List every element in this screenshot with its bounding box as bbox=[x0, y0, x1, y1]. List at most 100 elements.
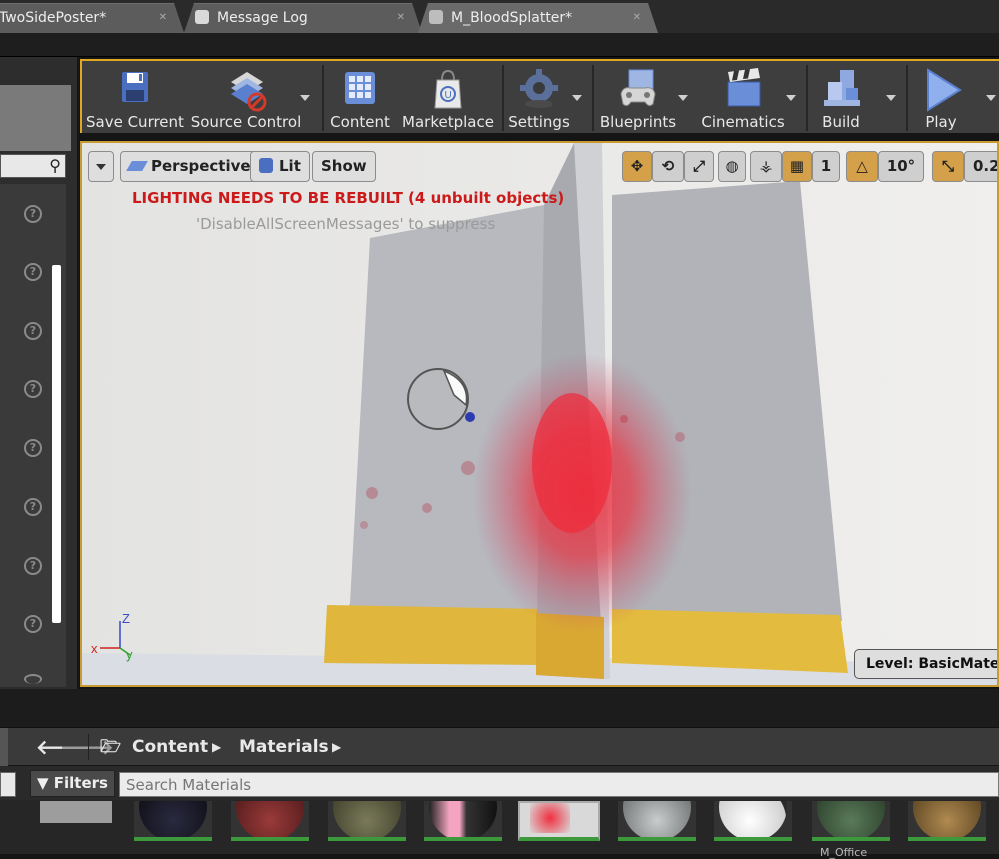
grid-size-value: 1 bbox=[820, 157, 832, 175]
rotation-snap-dropdown[interactable]: 10° bbox=[878, 151, 924, 182]
search-materials-input[interactable] bbox=[119, 772, 999, 797]
rotate-tool-button[interactable]: ⟲ bbox=[652, 151, 684, 182]
asset-tile-blood-splatter[interactable] bbox=[518, 801, 600, 841]
asset-tile[interactable] bbox=[134, 801, 212, 841]
chevron-down-icon[interactable] bbox=[986, 95, 996, 101]
collapse-sources-button[interactable] bbox=[0, 728, 8, 766]
asset-tile[interactable] bbox=[424, 801, 502, 841]
scale-snap-dropdown[interactable]: 0.25 bbox=[964, 151, 997, 182]
chevron-down-icon[interactable] bbox=[786, 95, 796, 101]
chevron-down-icon[interactable] bbox=[678, 95, 688, 101]
marketplace-bag-icon: U bbox=[434, 69, 462, 109]
marketplace-button[interactable]: U Marketplace bbox=[400, 61, 496, 133]
build-button[interactable]: Build bbox=[808, 61, 874, 133]
chevron-right-icon[interactable]: ▶ bbox=[212, 728, 221, 766]
tab-message-log[interactable]: Message Log ✕ bbox=[184, 3, 422, 33]
chevron-down-icon bbox=[96, 164, 106, 170]
level-viewport[interactable]: Z x y Perspective Lit Show ✥ ⟲ ⤢ ◍ ⚶ ▦ 1… bbox=[80, 141, 999, 687]
help-icon[interactable]: ? bbox=[24, 439, 42, 457]
tab-label: M_BloodSplatter* bbox=[451, 10, 573, 26]
asset-tile[interactable] bbox=[908, 801, 986, 841]
axis-y-label: y bbox=[126, 647, 133, 662]
suppress-messages-hint: 'DisableAllScreenMessages' to suppress bbox=[196, 215, 496, 233]
axis-x-label: x bbox=[91, 641, 98, 656]
close-icon[interactable]: ✕ bbox=[397, 4, 405, 32]
toolbar-button-label: Marketplace bbox=[402, 113, 494, 131]
path-separator bbox=[88, 734, 89, 760]
filters-label: Filters bbox=[53, 774, 108, 792]
tab-m-bloodsplatter[interactable]: M_BloodSplatter* ✕ bbox=[418, 3, 658, 33]
toolbar-button-label: Build bbox=[822, 113, 860, 131]
close-icon[interactable]: ✕ bbox=[633, 4, 641, 32]
level-label: Level: bbox=[866, 656, 914, 672]
show-flags-button[interactable]: Show bbox=[312, 151, 376, 182]
asset-tile[interactable] bbox=[231, 801, 309, 841]
perspective-button[interactable]: Perspective bbox=[120, 151, 260, 182]
settings-button[interactable]: Settings bbox=[506, 61, 572, 133]
asset-tile[interactable] bbox=[812, 801, 890, 841]
breadcrumb-materials[interactable]: Materials bbox=[239, 728, 329, 766]
help-icon[interactable]: ? bbox=[24, 205, 42, 223]
breadcrumb-content[interactable]: Content bbox=[132, 728, 208, 766]
translate-tool-button[interactable]: ✥ bbox=[622, 151, 652, 182]
help-icon[interactable]: ? bbox=[24, 615, 42, 633]
axis-z-label: Z bbox=[122, 611, 130, 626]
chevron-down-icon[interactable] bbox=[886, 95, 896, 101]
world-local-toggle[interactable]: ◍ bbox=[718, 151, 746, 182]
asset-tile[interactable] bbox=[618, 801, 696, 841]
source-control-button[interactable]: Source Control bbox=[190, 61, 302, 133]
grid-size-dropdown[interactable]: 1 bbox=[812, 151, 840, 182]
scale-icon: ⤢ bbox=[692, 157, 705, 175]
filters-dropdown[interactable]: ▼ Filters ▼ bbox=[30, 770, 115, 816]
help-icon[interactable]: ? bbox=[24, 322, 42, 340]
scale-tool-button[interactable]: ⤢ bbox=[684, 151, 714, 182]
asset-tile[interactable] bbox=[714, 801, 792, 841]
rotation-snap-value: 10° bbox=[886, 157, 916, 175]
chevron-down-icon[interactable] bbox=[300, 95, 310, 101]
show-label: Show bbox=[321, 157, 367, 175]
toolbar-button-label: Cinematics bbox=[701, 113, 785, 131]
svg-text:U: U bbox=[445, 90, 452, 101]
sources-search-input[interactable] bbox=[0, 772, 16, 797]
lit-mode-button[interactable]: Lit bbox=[250, 151, 310, 182]
help-icon[interactable]: ? bbox=[24, 557, 42, 575]
build-blocks-icon bbox=[824, 70, 860, 106]
cinematics-button[interactable]: Cinematics bbox=[700, 61, 786, 133]
chevron-right-icon[interactable]: ▶ bbox=[332, 728, 341, 766]
content-button[interactable]: Content bbox=[328, 61, 392, 133]
save-current-button[interactable]: Save Current bbox=[86, 61, 184, 133]
gamepad-icon bbox=[620, 69, 656, 107]
close-icon[interactable]: ✕ bbox=[159, 4, 167, 32]
asset-tile[interactable] bbox=[40, 801, 112, 823]
menu-strip bbox=[0, 33, 999, 57]
surface-snap-button[interactable]: ⚶ bbox=[750, 151, 782, 182]
level-editor-toolbar: Save Current Source Control Content U Ma… bbox=[80, 59, 999, 133]
left-panel-header bbox=[0, 85, 71, 151]
toolbar-separator bbox=[322, 65, 324, 131]
chevron-down-icon[interactable] bbox=[572, 95, 582, 101]
rotation-snap-toggle[interactable]: △ bbox=[846, 151, 878, 182]
current-level-indicator: Level: BasicMaterial bbox=[854, 649, 999, 679]
left-scrollbar[interactable] bbox=[52, 265, 61, 623]
asset-tile[interactable] bbox=[328, 801, 406, 841]
blueprints-button[interactable]: Blueprints bbox=[596, 61, 680, 133]
help-icon[interactable] bbox=[24, 674, 42, 684]
help-icon[interactable]: ? bbox=[24, 380, 42, 398]
gear-icon bbox=[520, 69, 558, 108]
help-icon[interactable]: ? bbox=[24, 498, 42, 516]
clapperboard-icon bbox=[727, 68, 761, 107]
rotate-icon: ⟲ bbox=[661, 157, 675, 175]
play-button[interactable]: Play bbox=[910, 61, 972, 133]
play-icon bbox=[927, 68, 962, 112]
level-name: BasicMaterial bbox=[918, 656, 999, 672]
left-search-input[interactable]: ⚲ bbox=[0, 154, 66, 178]
help-icon[interactable]: ? bbox=[24, 263, 42, 281]
grid-snap-toggle[interactable]: ▦ bbox=[782, 151, 812, 182]
tab-label: Message Log bbox=[217, 10, 308, 26]
grid-icon: ▦ bbox=[789, 157, 805, 175]
toolbar-button-label: Content bbox=[330, 113, 390, 131]
tab-two-side-poster[interactable]: TwoSidePoster* ✕ bbox=[0, 3, 184, 33]
viewport-options-button[interactable] bbox=[88, 151, 114, 182]
lighting-rebuild-warning: LIGHTING NEEDS TO BE REBUILT (4 unbuilt … bbox=[132, 189, 565, 207]
scale-snap-toggle[interactable]: ⤡ bbox=[932, 151, 964, 182]
